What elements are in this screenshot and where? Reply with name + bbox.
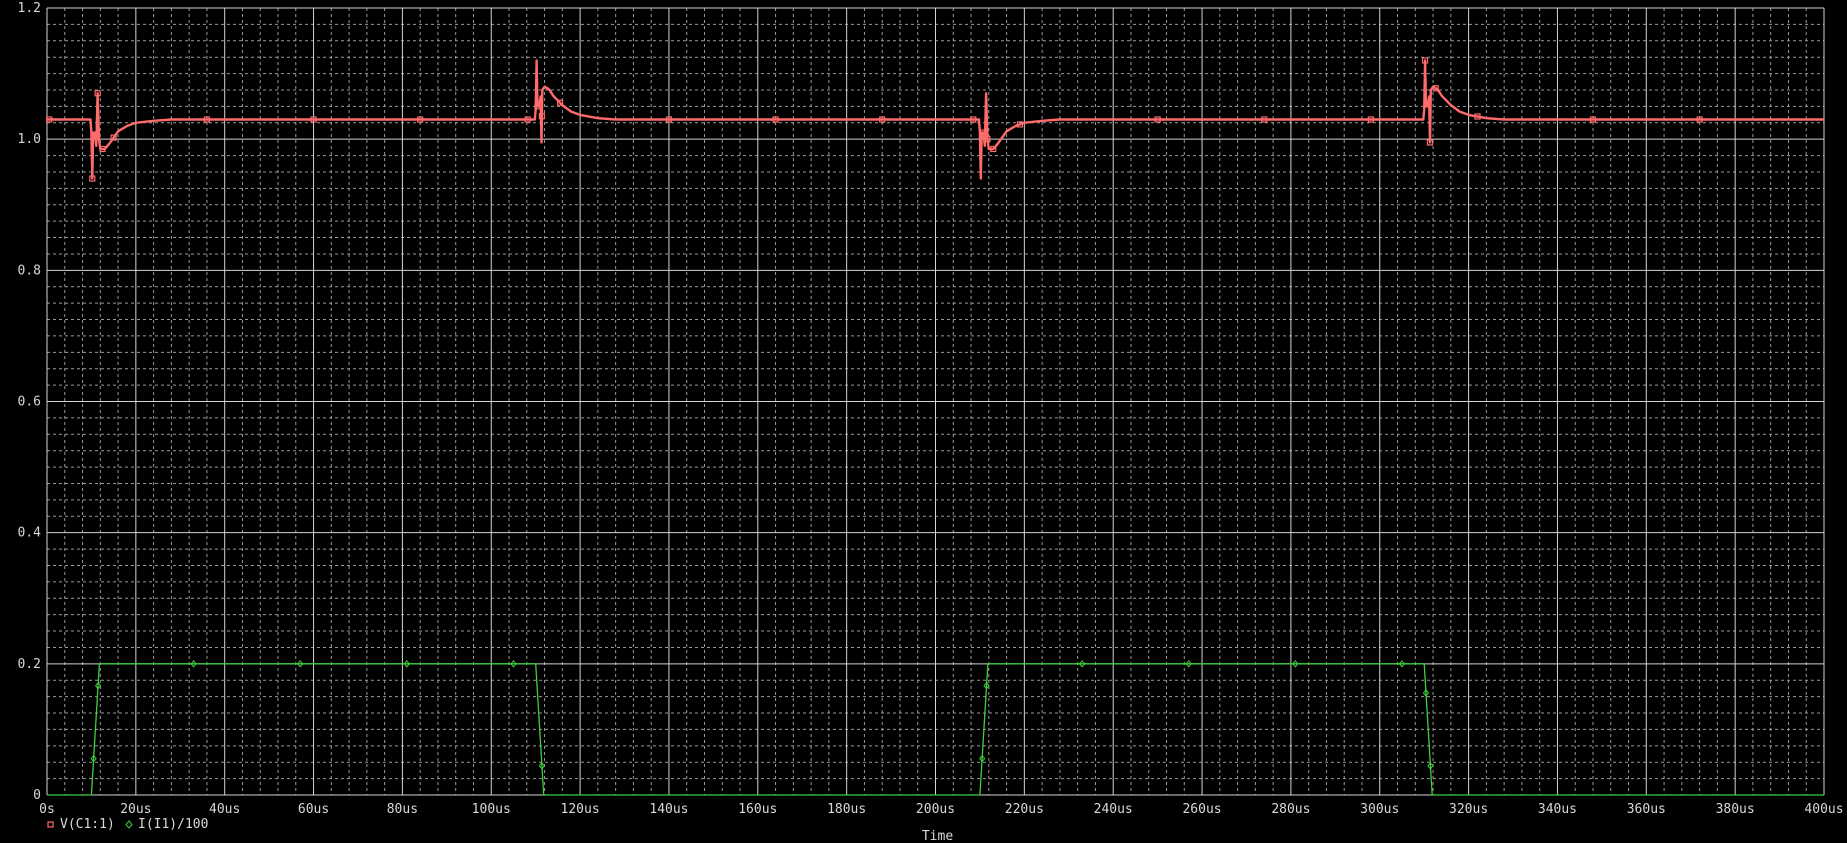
legend-entry-label: V(C1:1) (60, 817, 115, 832)
x-tick-label: 260us (1182, 802, 1221, 817)
x-axis-label: Time (922, 829, 953, 843)
y-tick-label: 0.6 (18, 395, 41, 410)
y-tick-label: 1.0 (18, 132, 41, 147)
x-tick-label: 0s (39, 802, 55, 817)
x-tick-label: 340us (1538, 802, 1577, 817)
y-tick-label: 0.2 (18, 657, 41, 672)
x-tick-label: 400us (1804, 802, 1843, 817)
x-axis-tick-labels: 0s 20us 40us 60us 80us 100us 120us 140us 160us 18… (39, 802, 1843, 817)
x-tick-label: 120us (561, 802, 600, 817)
x-tick-label: 20us (120, 802, 151, 817)
x-tick-label: 360us (1627, 802, 1666, 817)
chart-canvas: 0 0.2 0.4 0.6 0.8 1.0 1.2 0s 20us 40us 60us 80us 10… (0, 0, 1847, 843)
x-tick-label: 220us (1005, 802, 1044, 817)
y-tick-label: 0 (33, 788, 41, 803)
y-tick-label: 0.4 (18, 526, 42, 541)
x-tick-label: 40us (209, 802, 240, 817)
x-tick-label: 60us (298, 802, 329, 817)
x-tick-label: 200us (916, 802, 955, 817)
y-tick-label: 1.2 (18, 1, 41, 16)
x-tick-label: 80us (387, 802, 418, 817)
x-tick-label: 320us (1449, 802, 1488, 817)
major-grid (46, 7, 1825, 796)
x-tick-label: 140us (649, 802, 688, 817)
x-tick-label: 240us (1094, 802, 1133, 817)
chart-background (0, 0, 1847, 843)
x-tick-label: 160us (738, 802, 777, 817)
x-tick-label: 280us (1271, 802, 1310, 817)
x-tick-label: 380us (1716, 802, 1755, 817)
x-tick-label: 180us (827, 802, 866, 817)
y-tick-label: 0.8 (18, 263, 41, 278)
x-tick-label: 300us (1360, 802, 1399, 817)
legend-entry-label: I(I1)/100 (138, 817, 208, 832)
x-tick-label: 100us (472, 802, 511, 817)
